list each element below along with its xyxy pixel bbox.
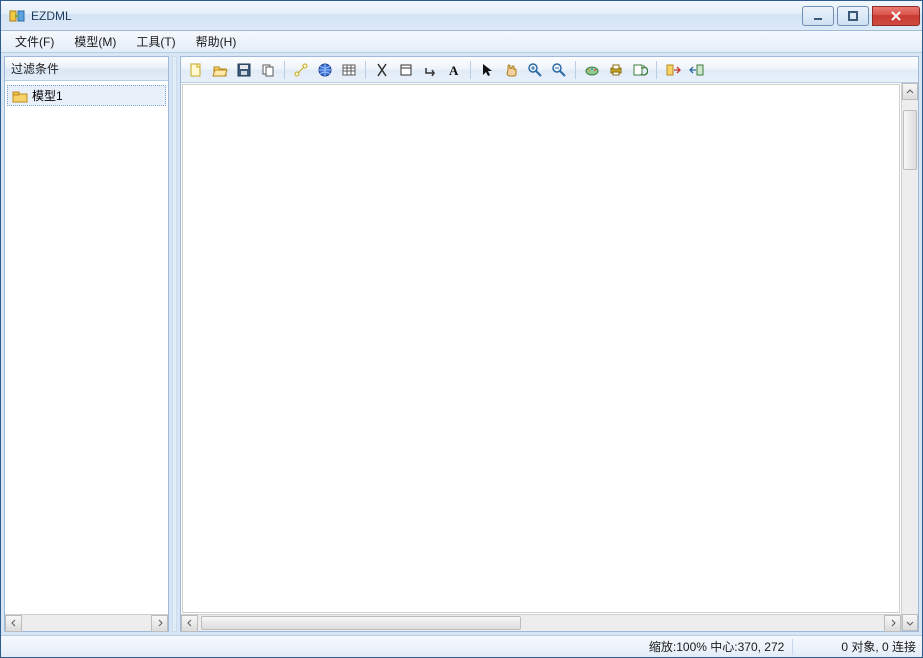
toolbar-separator <box>284 61 285 79</box>
text-icon: A <box>446 62 462 78</box>
menu-tool[interactable]: 工具(T) <box>126 31 185 52</box>
arrow-return-icon <box>422 62 438 78</box>
generate-icon <box>665 62 681 78</box>
menubar: 文件(F) 模型(M) 工具(T) 帮助(H) <box>1 31 922 53</box>
sidebar-scrollbar[interactable] <box>5 614 168 631</box>
titlebar: EZDML <box>1 1 922 31</box>
toolbar-separator <box>575 61 576 79</box>
open-button[interactable] <box>209 59 231 81</box>
status-separator <box>792 639 793 655</box>
canvas-scroll-left-button[interactable] <box>181 615 198 632</box>
sidebar: 过滤条件 模型1 <box>4 56 169 632</box>
new-icon <box>188 62 204 78</box>
save-button[interactable] <box>233 59 255 81</box>
menu-model[interactable]: 模型(M) <box>64 31 126 52</box>
paint-button[interactable] <box>581 59 603 81</box>
scroll-left-button[interactable] <box>5 615 22 632</box>
reverse-engineer-icon <box>689 62 705 78</box>
toolbar: A <box>181 57 918 83</box>
svg-text:A: A <box>449 63 459 78</box>
insert-link-button[interactable] <box>290 59 312 81</box>
app-icon <box>9 8 25 24</box>
pointer-icon <box>479 62 495 78</box>
table-icon <box>341 62 357 78</box>
model-tree[interactable]: 模型1 <box>5 81 168 614</box>
toolbar-separator <box>656 61 657 79</box>
canvas-scroll-down-button[interactable] <box>902 614 918 631</box>
zoom-in-icon <box>527 62 543 78</box>
table-button[interactable] <box>338 59 360 81</box>
canvas-scroll-track[interactable] <box>198 615 884 631</box>
save-icon <box>236 62 252 78</box>
menu-file[interactable]: 文件(F) <box>5 31 64 52</box>
globe-icon <box>317 62 333 78</box>
maximize-button[interactable] <box>837 6 869 26</box>
zoom-out-button[interactable] <box>548 59 570 81</box>
entity-icon <box>398 62 414 78</box>
canvas-wrap <box>181 83 918 631</box>
hand-button[interactable] <box>500 59 522 81</box>
print-button[interactable] <box>605 59 627 81</box>
copy-icon <box>260 62 276 78</box>
close-button[interactable] <box>872 6 920 26</box>
canvas-vscroll-thumb[interactable] <box>903 110 917 170</box>
refresh-model-icon <box>632 62 648 78</box>
zoom-in-button[interactable] <box>524 59 546 81</box>
window-title: EZDML <box>31 9 799 23</box>
canvas-scroll-up-button[interactable] <box>902 83 918 100</box>
menu-help[interactable]: 帮助(H) <box>186 31 247 52</box>
copy-button[interactable] <box>257 59 279 81</box>
cut-button[interactable] <box>371 59 393 81</box>
hand-icon <box>503 62 519 78</box>
canvas-vscroll-track[interactable] <box>902 100 918 614</box>
content-area: 过滤条件 模型1 A <box>1 53 922 635</box>
diagram-canvas[interactable] <box>182 84 900 613</box>
zoom-out-icon <box>551 62 567 78</box>
splitter[interactable] <box>172 56 177 632</box>
entity-button[interactable] <box>395 59 417 81</box>
generate-button[interactable] <box>662 59 684 81</box>
canvas-scroll-thumb[interactable] <box>201 616 521 630</box>
paint-icon <box>584 62 600 78</box>
new-button[interactable] <box>185 59 207 81</box>
text-button[interactable]: A <box>443 59 465 81</box>
toolbar-separator <box>365 61 366 79</box>
filter-header: 过滤条件 <box>5 57 168 81</box>
canvas-hscrollbar[interactable] <box>181 614 901 631</box>
folder-icon <box>12 88 28 104</box>
insert-link-icon <box>293 62 309 78</box>
arrow-return-button[interactable] <box>419 59 441 81</box>
main-panel: A <box>180 56 919 632</box>
open-icon <box>212 62 228 78</box>
minimize-button[interactable] <box>802 6 834 26</box>
toolbar-separator <box>470 61 471 79</box>
reverse-engineer-button[interactable] <box>686 59 708 81</box>
status-objects: 0 对象, 0 连接 <box>801 638 916 655</box>
pointer-button[interactable] <box>476 59 498 81</box>
tree-root-node[interactable]: 模型1 <box>7 85 166 106</box>
statusbar: 缩放:100% 中心:370, 272 0 对象, 0 连接 <box>1 635 922 657</box>
status-zoom-center: 缩放:100% 中心:370, 272 <box>649 638 784 655</box>
cut-icon <box>374 62 390 78</box>
refresh-model-button[interactable] <box>629 59 651 81</box>
canvas-vscrollbar[interactable] <box>901 83 918 631</box>
scroll-track[interactable] <box>22 615 151 631</box>
tree-root-label: 模型1 <box>32 87 63 104</box>
scroll-right-button[interactable] <box>151 615 168 632</box>
print-icon <box>608 62 624 78</box>
canvas-scroll-right-button[interactable] <box>884 615 901 632</box>
globe-button[interactable] <box>314 59 336 81</box>
